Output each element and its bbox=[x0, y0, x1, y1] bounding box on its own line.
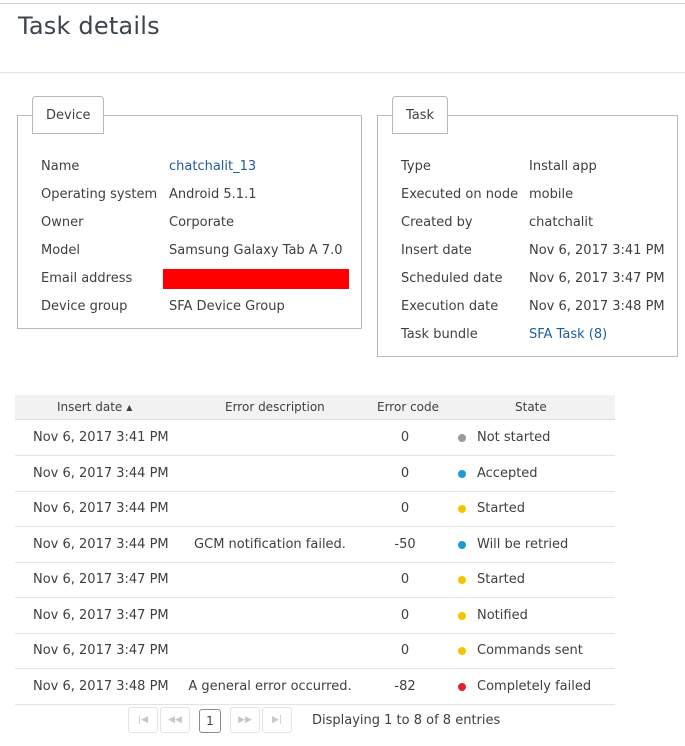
cell-error-description: GCM notification failed. bbox=[194, 536, 346, 552]
table-row[interactable]: Nov 6, 2017 3:47 PM 0 Notified bbox=[15, 598, 615, 634]
cell-insert-date: Nov 6, 2017 3:47 PM bbox=[33, 643, 169, 658]
table-row[interactable]: Nov 6, 2017 3:44 PM GCM notification fail… bbox=[15, 527, 615, 563]
field-value: chatchalit bbox=[529, 215, 594, 230]
field-value: Nov 6, 2017 3:48 PM bbox=[529, 299, 665, 314]
state-status-dot-icon bbox=[458, 576, 466, 584]
cell-error-code: 0 bbox=[400, 572, 410, 587]
page-title: Task details bbox=[18, 12, 160, 40]
cell-state: Not started bbox=[477, 430, 551, 445]
table-row[interactable]: Nov 6, 2017 3:48 PM A general error occur… bbox=[15, 669, 615, 705]
next-page-button[interactable]: ▶▶ bbox=[230, 707, 260, 733]
state-status-dot-icon bbox=[458, 434, 466, 442]
table-row[interactable]: Nov 6, 2017 3:47 PM 0 Commands sent bbox=[15, 633, 615, 669]
cell-insert-date: Nov 6, 2017 3:41 PM bbox=[33, 430, 169, 445]
email-redaction bbox=[163, 269, 349, 289]
field-label: Created by bbox=[401, 215, 473, 230]
field-value: Corporate bbox=[169, 215, 234, 230]
cell-insert-date: Nov 6, 2017 3:47 PM bbox=[33, 572, 169, 587]
field-value: Nov 6, 2017 3:41 PM bbox=[529, 243, 665, 258]
table-row[interactable]: Nov 6, 2017 3:47 PM 0 Started bbox=[15, 562, 615, 598]
table-row[interactable]: Nov 6, 2017 3:44 PM 0 Accepted bbox=[15, 456, 615, 492]
last-page-button[interactable]: ▶| bbox=[262, 707, 292, 733]
task-panel-tab: Task bbox=[392, 96, 449, 134]
column-header-insert-date[interactable]: Insert date ▲ bbox=[57, 400, 132, 414]
cell-state: Will be retried bbox=[477, 536, 569, 552]
field-label: Name bbox=[41, 159, 80, 174]
task-bundle-link[interactable]: SFA Task (8) bbox=[529, 321, 607, 349]
field-label: Owner bbox=[41, 215, 84, 230]
state-status-dot-icon bbox=[458, 611, 466, 620]
cell-insert-date: Nov 6, 2017 3:44 PM bbox=[33, 465, 169, 481]
cell-state: Notified bbox=[477, 607, 528, 623]
field-label: Model bbox=[41, 243, 81, 258]
column-header-label: Insert date bbox=[57, 400, 123, 414]
table-header: Insert date ▲ Error description Error cod… bbox=[15, 395, 615, 420]
column-header-error-description[interactable]: Error description bbox=[225, 400, 325, 414]
field-label: Task bundle bbox=[401, 327, 478, 342]
cell-state: Started bbox=[477, 501, 526, 516]
field-value: Samsung Galaxy Tab A 7.0 bbox=[169, 243, 343, 258]
state-status-dot-icon bbox=[458, 647, 466, 655]
field-value: SFA Device Group bbox=[169, 299, 285, 314]
column-header-state[interactable]: State bbox=[515, 400, 547, 414]
field-label: Insert date bbox=[401, 243, 472, 258]
field-label: Type bbox=[401, 159, 431, 174]
field-label: Email address bbox=[41, 271, 133, 286]
device-name-link[interactable]: chatchalit_13 bbox=[169, 153, 256, 181]
table-row[interactable]: Nov 6, 2017 3:41 PM 0 Not started bbox=[15, 420, 615, 456]
state-status-dot-icon bbox=[458, 469, 466, 478]
pagination-info: Displaying 1 to 8 of 8 entries bbox=[312, 713, 501, 728]
table-row[interactable]: Nov 6, 2017 3:44 PM 0 Started bbox=[15, 491, 615, 527]
cell-state: Accepted bbox=[477, 465, 538, 481]
cell-error-description: A general error occurred. bbox=[188, 678, 352, 694]
field-label: Operating system bbox=[41, 187, 158, 202]
cell-insert-date: Nov 6, 2017 3:47 PM bbox=[33, 607, 169, 623]
field-value: Android 5.1.1 bbox=[169, 187, 257, 202]
cell-insert-date: Nov 6, 2017 3:44 PM bbox=[33, 501, 169, 516]
column-header-error-code[interactable]: Error code bbox=[377, 400, 439, 414]
field-value: Nov 6, 2017 3:47 PM bbox=[529, 271, 665, 286]
cell-error-code: 0 bbox=[400, 501, 410, 516]
current-page-indicator[interactable]: 1 bbox=[199, 709, 221, 733]
cell-error-code: -50 bbox=[394, 536, 416, 552]
cell-insert-date: Nov 6, 2017 3:44 PM bbox=[33, 536, 169, 552]
field-value: mobile bbox=[529, 187, 574, 202]
field-label: Executed on node bbox=[401, 187, 519, 202]
field-label: Execution date bbox=[401, 299, 499, 314]
field-label: Scheduled date bbox=[401, 271, 503, 286]
cell-error-code: 0 bbox=[400, 643, 410, 658]
field-value: Install app bbox=[529, 159, 597, 174]
cell-error-code: 0 bbox=[400, 607, 410, 623]
cell-error-code: 0 bbox=[400, 430, 410, 445]
state-status-dot-icon bbox=[458, 540, 466, 549]
cell-insert-date: Nov 6, 2017 3:48 PM bbox=[33, 678, 169, 694]
state-status-dot-icon bbox=[458, 505, 466, 513]
cell-state: Started bbox=[477, 572, 526, 587]
top-border bbox=[0, 3, 685, 4]
cell-state: Commands sent bbox=[477, 643, 583, 658]
device-panel-tab: Device bbox=[32, 96, 105, 134]
cell-state: Completely failed bbox=[477, 678, 592, 694]
previous-page-button[interactable]: ◀◀ bbox=[160, 707, 190, 733]
first-page-button[interactable]: |◀ bbox=[128, 707, 158, 733]
title-divider bbox=[0, 72, 685, 73]
state-status-dot-icon bbox=[458, 682, 466, 691]
cell-error-code: 0 bbox=[400, 465, 410, 481]
field-label: Device group bbox=[41, 299, 128, 314]
sort-ascending-icon: ▲ bbox=[126, 403, 133, 412]
cell-error-code: -82 bbox=[394, 678, 416, 694]
